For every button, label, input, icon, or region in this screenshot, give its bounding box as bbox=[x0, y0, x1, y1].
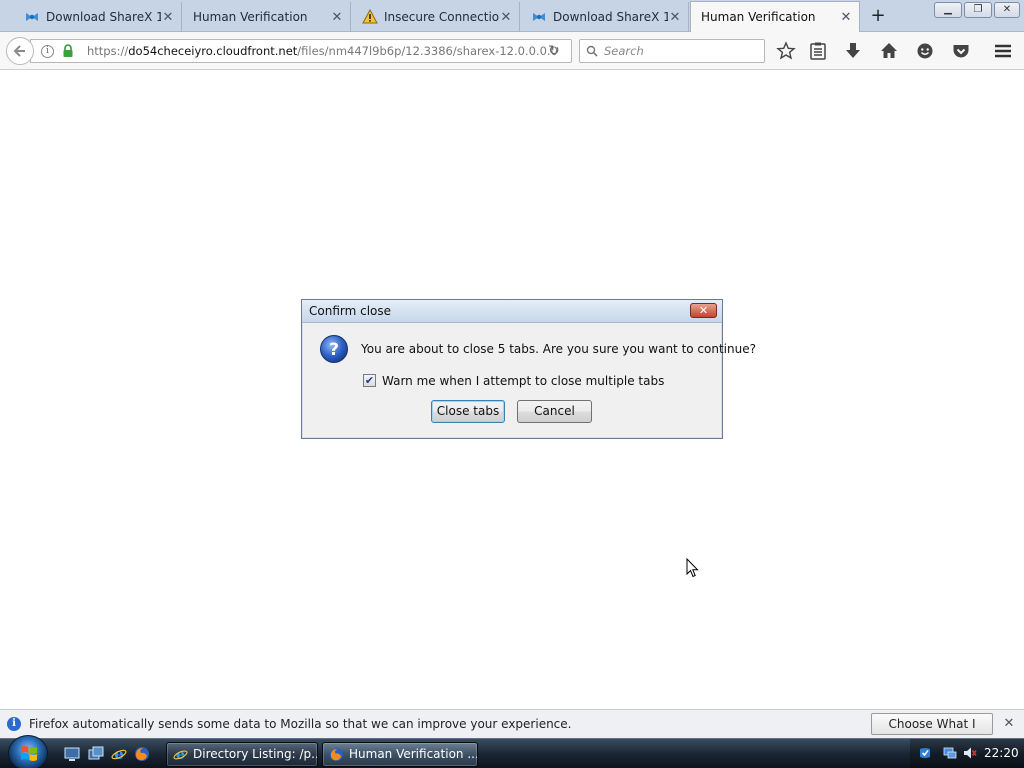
ie-icon: e bbox=[173, 747, 188, 762]
new-tab-button[interactable]: + bbox=[866, 5, 890, 27]
notification-bar: i Firefox automatically sends some data … bbox=[0, 709, 1024, 751]
download-icon[interactable] bbox=[843, 41, 863, 61]
tab-human-verification-1[interactable]: Human Verification ✕ bbox=[183, 2, 351, 32]
search-icon bbox=[586, 45, 598, 57]
internet-explorer-icon[interactable]: e bbox=[111, 746, 127, 762]
tab-close-icon[interactable]: ✕ bbox=[499, 10, 513, 25]
switch-windows-icon[interactable] bbox=[88, 746, 104, 762]
tab-close-icon[interactable]: ✕ bbox=[839, 10, 853, 25]
svg-text:?: ? bbox=[329, 340, 339, 360]
windows-logo-icon bbox=[21, 746, 37, 761]
network-icon[interactable] bbox=[943, 746, 957, 760]
tab-strip: Download ShareX 1... ✕ Human Verificatio… bbox=[0, 0, 1024, 32]
reload-icon[interactable]: ↻ bbox=[546, 43, 562, 59]
minimize-button[interactable]: ▁ bbox=[934, 2, 962, 18]
tab-close-icon[interactable]: ✕ bbox=[161, 10, 175, 25]
sharex-favicon-icon bbox=[26, 13, 38, 21]
svg-text:e: e bbox=[176, 747, 185, 762]
url-path: /files/nm447l9b6p/12.3386/sharex-12.0.0.… bbox=[297, 44, 558, 58]
lock-icon[interactable] bbox=[62, 44, 74, 58]
question-icon: ? bbox=[320, 335, 348, 363]
tab-title: Download ShareX 1... bbox=[46, 10, 161, 24]
start-button[interactable] bbox=[8, 735, 48, 768]
tab-title: Insecure Connection bbox=[384, 10, 499, 24]
dialog-titlebar: Confirm close ✕ bbox=[302, 300, 722, 323]
notification-message: Firefox automatically sends some data to… bbox=[29, 717, 572, 731]
taskbar-item-directory-listing[interactable]: e Directory Listing: /p... bbox=[166, 742, 318, 767]
taskbar-item-human-verification[interactable]: Human Verification ... bbox=[322, 742, 478, 767]
taskbar-item-label: Directory Listing: /p... bbox=[193, 747, 318, 761]
tab-download-sharex-1[interactable]: Download ShareX 1... ✕ bbox=[14, 2, 182, 32]
tab-insecure-connection[interactable]: Insecure Connection ✕ bbox=[352, 2, 520, 32]
firefox-icon bbox=[329, 747, 344, 762]
dialog-message: You are about to close 5 tabs. Are you s… bbox=[361, 342, 756, 356]
navigation-bar: https://do54checeiyro.cloudfront.net/fil… bbox=[0, 32, 1024, 70]
warn-multiple-tabs-checkbox[interactable]: ✔ bbox=[363, 374, 376, 387]
home-icon[interactable] bbox=[879, 41, 899, 61]
security-center-icon[interactable] bbox=[918, 746, 932, 760]
search-input[interactable]: Search bbox=[579, 39, 765, 63]
tab-download-sharex-2[interactable]: Download ShareX 1... ✕ bbox=[521, 2, 689, 32]
tab-title: Human Verification bbox=[701, 10, 816, 24]
search-placeholder: Search bbox=[604, 44, 644, 58]
firefox-icon[interactable] bbox=[134, 746, 150, 762]
site-info-icon[interactable]: i bbox=[41, 45, 54, 58]
close-tabs-button[interactable]: Close tabs bbox=[431, 400, 505, 423]
dialog-title: Confirm close bbox=[309, 304, 392, 318]
restore-button[interactable]: ❐ bbox=[964, 2, 992, 18]
tab-title: Human Verification bbox=[193, 10, 308, 24]
menu-hamburger-icon[interactable] bbox=[993, 41, 1013, 61]
volume-muted-icon[interactable] bbox=[963, 746, 977, 760]
dialog-close-button[interactable]: ✕ bbox=[690, 303, 717, 318]
taskbar: e e Directory Listing: /p... Human Verif… bbox=[0, 735, 1024, 768]
tab-title: Download ShareX 1... bbox=[553, 10, 668, 24]
clock[interactable]: 22:20 bbox=[984, 746, 1019, 760]
show-desktop-icon[interactable] bbox=[64, 746, 80, 762]
reading-list-icon[interactable] bbox=[808, 41, 828, 61]
notification-close-icon[interactable]: ✕ bbox=[1001, 716, 1017, 732]
window-close-button[interactable]: ✕ bbox=[994, 2, 1020, 18]
cancel-button[interactable]: Cancel bbox=[517, 400, 592, 423]
bookmark-star-icon[interactable] bbox=[776, 41, 796, 61]
tab-human-verification-active[interactable]: Human Verification ✕ bbox=[690, 1, 860, 32]
screen: Download ShareX 1... ✕ Human Verificatio… bbox=[0, 0, 1024, 768]
info-icon: i bbox=[7, 717, 21, 731]
mouse-cursor-icon bbox=[686, 558, 699, 578]
url-prefix: https:// bbox=[87, 44, 129, 58]
back-arrow-icon bbox=[13, 45, 25, 57]
url-bar[interactable]: https://do54checeiyro.cloudfront.net/fil… bbox=[30, 39, 572, 63]
tab-close-icon[interactable]: ✕ bbox=[330, 10, 344, 25]
hello-chat-icon[interactable] bbox=[915, 41, 935, 61]
warn-multiple-tabs-label[interactable]: Warn me when I attempt to close multiple… bbox=[382, 374, 664, 388]
back-button[interactable] bbox=[6, 37, 34, 65]
choose-what-i-share-button[interactable]: Choose What I Share bbox=[871, 713, 993, 751]
warning-icon bbox=[362, 9, 378, 24]
taskbar-item-label: Human Verification ... bbox=[349, 747, 478, 761]
confirm-close-dialog: Confirm close ✕ ? You are about to close… bbox=[301, 299, 756, 439]
tab-close-icon[interactable]: ✕ bbox=[668, 10, 682, 25]
sharex-favicon-icon bbox=[533, 13, 545, 21]
pocket-icon[interactable] bbox=[951, 41, 971, 61]
url-host: do54checeiyro.cloudfront.net bbox=[128, 44, 298, 58]
svg-text:e: e bbox=[114, 746, 124, 762]
